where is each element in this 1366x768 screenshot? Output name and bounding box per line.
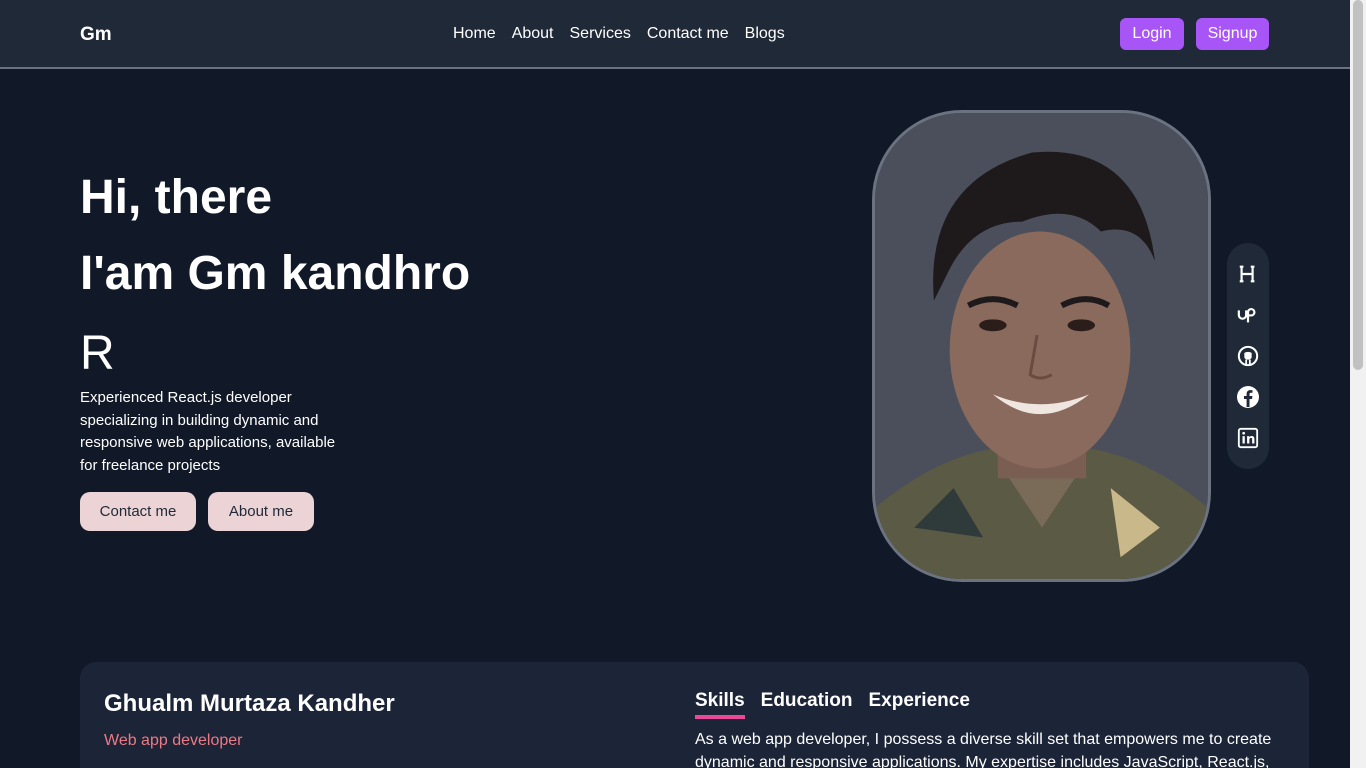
profile-name: Ghualm Murtaza Kandher — [104, 690, 395, 717]
profile-photo — [872, 110, 1211, 582]
upwork-icon[interactable] — [1236, 303, 1260, 327]
profile-role: Web app developer — [104, 732, 243, 749]
hashnode-icon[interactable] — [1236, 262, 1260, 286]
signup-button[interactable]: Signup — [1196, 18, 1269, 50]
navbar: Gm Home About Services Contact me Blogs … — [0, 0, 1350, 69]
tab-content-text: As a web app developer, I possess a dive… — [695, 731, 1272, 768]
nav-home[interactable]: Home — [453, 25, 496, 43]
profile-tabs: Skills Education Experience — [695, 690, 970, 719]
brand-logo[interactable]: Gm — [80, 24, 112, 46]
tab-experience[interactable]: Experience — [869, 690, 970, 719]
contact-me-button[interactable]: Contact me — [80, 492, 196, 531]
scrollbar-thumb[interactable] — [1353, 0, 1363, 370]
facebook-icon[interactable] — [1236, 385, 1260, 409]
hero-intro: I'am Gm kandhro — [80, 247, 471, 300]
login-button[interactable]: Login — [1120, 18, 1184, 50]
profile-photo-illustration — [875, 113, 1208, 579]
hero-typing-text: R — [80, 327, 115, 380]
github-icon[interactable] — [1236, 344, 1260, 368]
nav-links: Home About Services Contact me Blogs — [453, 25, 785, 43]
nav-services[interactable]: Services — [570, 25, 631, 43]
hero-greeting: Hi, there — [80, 171, 273, 224]
hero-description: Experienced React.js developer specializ… — [80, 389, 336, 474]
tab-skills[interactable]: Skills — [695, 690, 745, 719]
nav-contact[interactable]: Contact me — [647, 25, 729, 43]
tab-education[interactable]: Education — [761, 690, 853, 719]
social-links-bar — [1227, 243, 1269, 469]
about-me-button[interactable]: About me — [208, 492, 314, 531]
nav-blogs[interactable]: Blogs — [745, 25, 785, 43]
nav-about[interactable]: About — [512, 25, 554, 43]
linkedin-icon[interactable] — [1236, 426, 1260, 450]
